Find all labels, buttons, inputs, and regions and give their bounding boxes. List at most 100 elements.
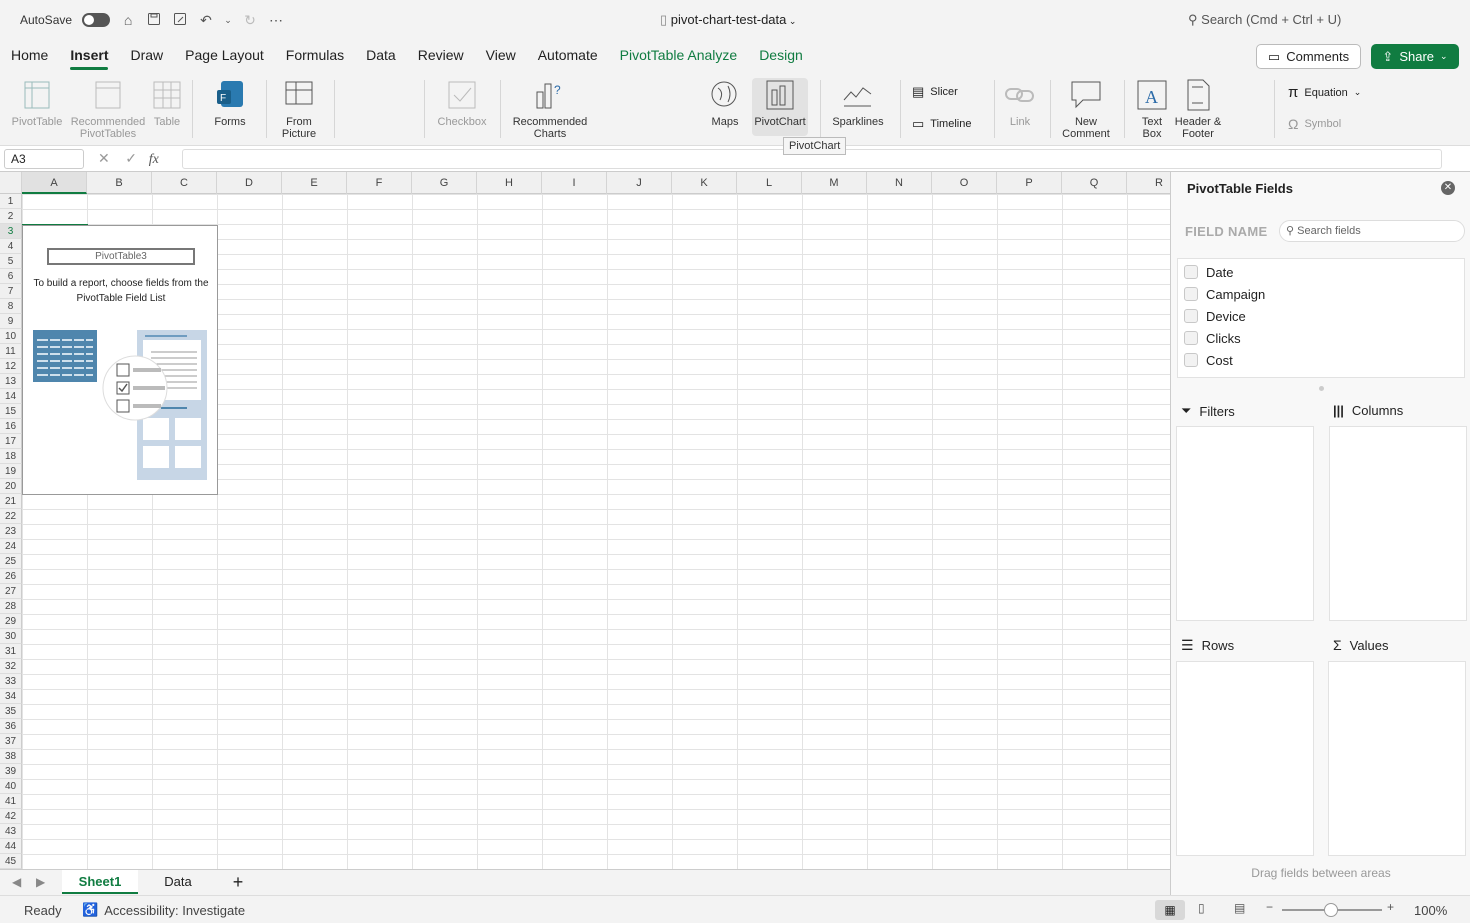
row-header[interactable]: 31 (0, 644, 22, 659)
page-break-view-icon[interactable]: ▤ (1234, 901, 1245, 915)
column-header[interactable]: D (217, 172, 282, 194)
row-header[interactable]: 34 (0, 689, 22, 704)
comments-button[interactable]: ▭ Comments (1256, 44, 1361, 69)
field-item-date[interactable]: Date (1184, 262, 1233, 282)
share-button[interactable]: ⇪ Share ⌄ (1371, 44, 1459, 69)
tab-design[interactable]: Design (748, 40, 814, 72)
filters-drop-area[interactable] (1176, 426, 1314, 621)
field-item-device[interactable]: Device (1184, 306, 1246, 326)
tab-home[interactable]: Home (0, 40, 59, 72)
row-header[interactable]: 13 (0, 374, 22, 389)
row-header[interactable]: 26 (0, 569, 22, 584)
column-header[interactable]: J (607, 172, 672, 194)
row-header[interactable]: 9 (0, 314, 22, 329)
column-header[interactable]: N (867, 172, 932, 194)
column-header[interactable]: F (347, 172, 412, 194)
column-header[interactable]: K (672, 172, 737, 194)
row-header[interactable]: 8 (0, 299, 22, 314)
home-icon[interactable]: ⌂ (120, 12, 136, 28)
row-header[interactable]: 22 (0, 509, 22, 524)
row-header[interactable]: 29 (0, 614, 22, 629)
column-header[interactable]: G (412, 172, 477, 194)
field-item-campaign[interactable]: Campaign (1184, 284, 1265, 304)
row-header[interactable]: 43 (0, 824, 22, 839)
column-header[interactable]: E (282, 172, 347, 194)
row-header[interactable]: 3 (0, 224, 22, 239)
column-header[interactable]: P (997, 172, 1062, 194)
values-drop-area[interactable] (1328, 661, 1466, 856)
document-title[interactable]: ▯ pivot-chart-test-data ⌄ (660, 12, 796, 28)
column-header[interactable]: O (932, 172, 997, 194)
checkbox-button[interactable]: Checkbox (434, 78, 490, 128)
row-header[interactable]: 38 (0, 749, 22, 764)
recommended-charts-button[interactable]: ? Recommended Charts (508, 78, 592, 140)
undo-icon[interactable]: ↶ (198, 12, 214, 28)
column-header[interactable]: A (22, 172, 87, 194)
text-box-button[interactable]: A Text Box (1132, 78, 1172, 140)
normal-view-icon[interactable]: ▦ (1155, 900, 1185, 920)
row-header[interactable]: 4 (0, 239, 22, 254)
row-header[interactable]: 7 (0, 284, 22, 299)
tab-view[interactable]: View (475, 40, 527, 72)
row-header[interactable]: 32 (0, 659, 22, 674)
recommended-pivottables-button[interactable]: Recommended PivotTables (70, 78, 146, 140)
pivottable-placeholder[interactable]: PivotTable3 To build a report, choose fi… (22, 225, 218, 495)
row-header[interactable]: 28 (0, 599, 22, 614)
close-icon[interactable]: ✕ (1441, 181, 1455, 195)
row-header[interactable]: 45 (0, 854, 22, 869)
slicer-button[interactable]: ▤ Slicer (912, 84, 958, 100)
header-footer-button[interactable]: Header & Footer (1174, 78, 1222, 140)
column-header[interactable]: L (737, 172, 802, 194)
tab-automate[interactable]: Automate (527, 40, 609, 72)
save-as-icon[interactable] (172, 12, 188, 28)
scroll-left-icon[interactable]: ◀ (12, 875, 21, 889)
tab-pivottable-analyze[interactable]: PivotTable Analyze (609, 40, 749, 72)
row-header[interactable]: 24 (0, 539, 22, 554)
column-header[interactable]: R (1127, 172, 1170, 194)
row-header[interactable]: 6 (0, 269, 22, 284)
tab-formulas[interactable]: Formulas (275, 40, 355, 72)
zoom-slider-thumb[interactable] (1324, 903, 1338, 917)
maps-button[interactable]: Maps (704, 78, 746, 128)
row-header[interactable]: 40 (0, 779, 22, 794)
search-fields-input[interactable]: ⚲ Search fields (1279, 220, 1465, 242)
row-header[interactable]: 37 (0, 734, 22, 749)
column-header[interactable]: H (477, 172, 542, 194)
row-header[interactable]: 1 (0, 194, 22, 209)
row-header[interactable]: 21 (0, 494, 22, 509)
field-item-clicks[interactable]: Clicks (1184, 328, 1241, 348)
sheet-tab-data[interactable]: Data (140, 870, 216, 894)
tab-page-layout[interactable]: Page Layout (174, 40, 275, 72)
from-picture-button[interactable]: From Picture (274, 78, 324, 140)
zoom-out-icon[interactable]: − (1266, 900, 1273, 914)
scroll-right-icon[interactable]: ▶ (36, 875, 45, 889)
columns-drop-area[interactable] (1329, 426, 1467, 621)
row-header[interactable]: 36 (0, 719, 22, 734)
column-header[interactable]: C (152, 172, 217, 194)
row-header[interactable]: 33 (0, 674, 22, 689)
field-checkbox[interactable] (1184, 309, 1198, 323)
row-header[interactable]: 39 (0, 764, 22, 779)
add-sheet-button[interactable]: + (224, 870, 252, 894)
zoom-level[interactable]: 100% (1414, 903, 1447, 918)
new-comment-button[interactable]: New Comment (1058, 78, 1114, 140)
enter-icon[interactable]: ✓ (125, 150, 137, 166)
redo-icon[interactable]: ↻ (242, 12, 258, 28)
spreadsheet-grid[interactable]: ABCDEFGHIJKLMNOPQR 1 2 3 4 5 6 7 8 9 10 11 12 13 14 15… (0, 172, 1170, 869)
field-checkbox[interactable] (1184, 265, 1198, 279)
rows-drop-area[interactable] (1176, 661, 1314, 856)
row-header[interactable]: 23 (0, 524, 22, 539)
page-layout-view-icon[interactable]: ▯ (1198, 901, 1205, 915)
autosave-toggle[interactable] (82, 13, 111, 27)
save-icon[interactable] (146, 12, 162, 28)
table-button[interactable]: Table (148, 78, 186, 128)
search-box[interactable]: ⚲ Search (Cmd + Ctrl + U) (1188, 12, 1341, 28)
zoom-in-icon[interactable]: + (1387, 900, 1394, 914)
row-header[interactable]: 44 (0, 839, 22, 854)
select-all-corner[interactable] (0, 172, 22, 194)
field-checkbox[interactable] (1184, 353, 1198, 367)
undo-dropdown-icon[interactable]: ⌄ (224, 12, 232, 28)
row-header[interactable]: 25 (0, 554, 22, 569)
field-item-cost[interactable]: Cost (1184, 350, 1233, 370)
row-header[interactable]: 18 (0, 449, 22, 464)
